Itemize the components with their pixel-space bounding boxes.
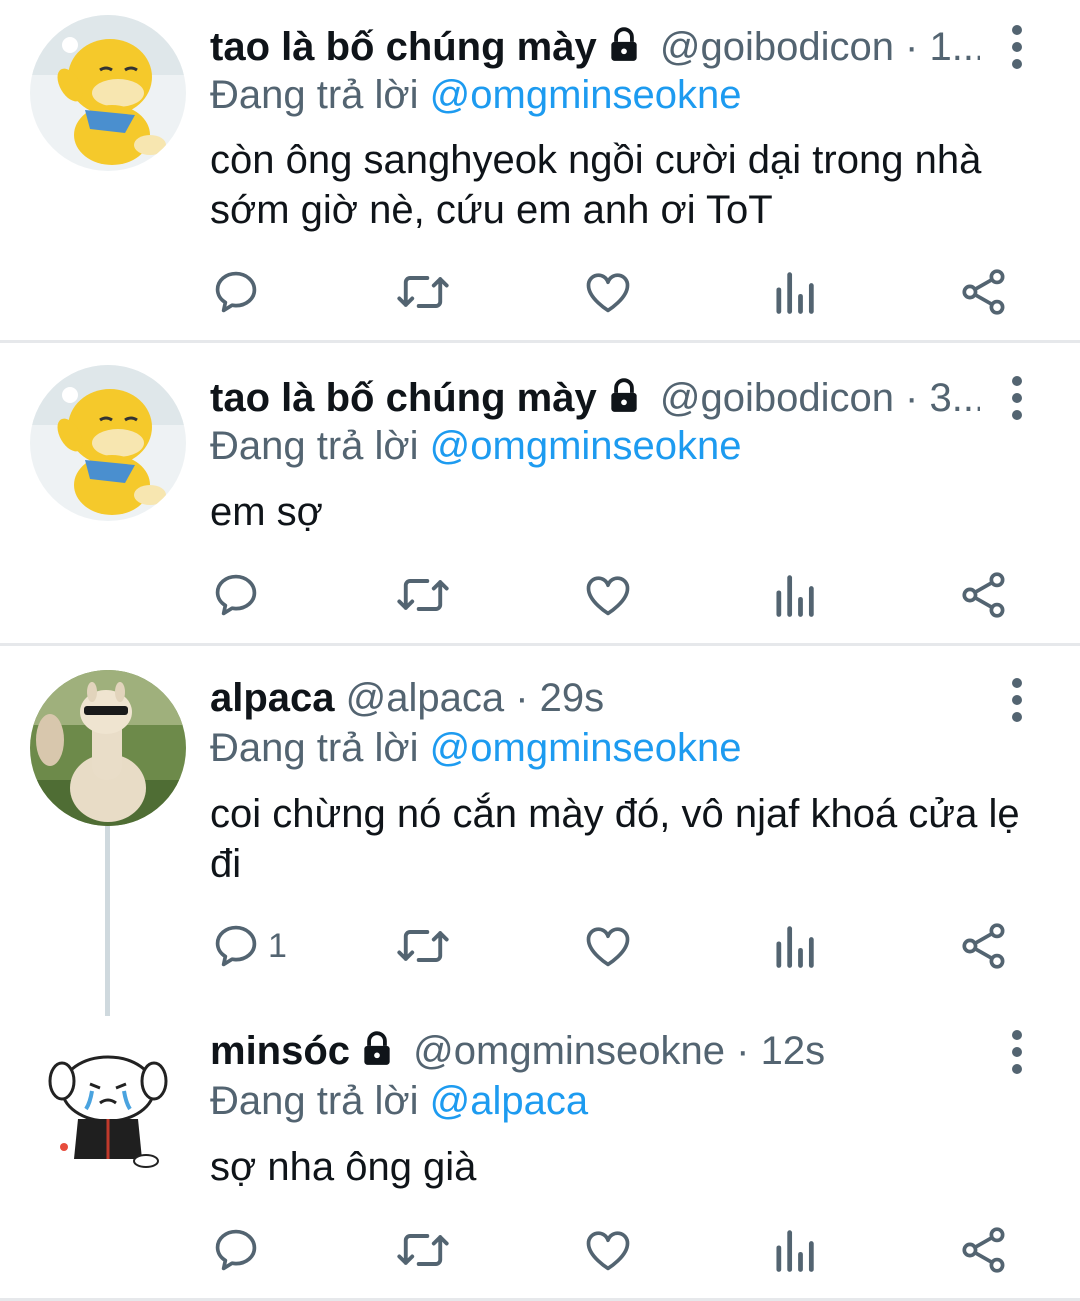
retweet-icon: [397, 1234, 449, 1266]
share-button[interactable]: [958, 916, 1010, 976]
more-vertical-icon[interactable]: [1002, 376, 1032, 436]
avatar[interactable]: [30, 1029, 186, 1185]
tweet-header: tao là bố chúng mày @goibodicon · 3...: [210, 373, 980, 423]
more-vertical-icon[interactable]: [1002, 1030, 1032, 1090]
retweet-button[interactable]: [395, 565, 451, 625]
display-name[interactable]: alpaca: [210, 676, 335, 720]
retweet-button[interactable]: [395, 916, 451, 976]
lock-icon: [605, 377, 643, 423]
retweet-icon: [397, 276, 449, 308]
share-icon: [962, 572, 1005, 618]
like-button[interactable]: [582, 262, 634, 322]
tweet[interactable]: minsóc @omgminseokne · 12s Đang trả lời …: [0, 1014, 1080, 1301]
heart-icon: [586, 576, 630, 616]
tweet[interactable]: tao là bố chúng mày @goibodicon · 1... Đ…: [0, 0, 1080, 340]
reply-label: Đang trả lời: [210, 726, 419, 770]
avatar[interactable]: [30, 15, 186, 171]
reply-context: Đang trả lời @omgminseokne: [210, 70, 742, 120]
lock-icon: [358, 1030, 396, 1076]
bar-chart-icon: [776, 272, 814, 314]
share-button[interactable]: [958, 1220, 1010, 1280]
bar-chart-icon: [776, 926, 814, 968]
more-vertical-icon[interactable]: [1002, 25, 1032, 85]
display-name[interactable]: minsóc: [210, 1029, 350, 1073]
heart-icon: [586, 273, 630, 313]
reply-button[interactable]: [210, 565, 268, 625]
analytics-button[interactable]: [772, 1220, 816, 1280]
tweet-text: sợ nha ông già: [210, 1145, 477, 1189]
display-name[interactable]: tao là bố chúng mày: [210, 25, 597, 69]
handle-and-time[interactable]: @alpaca · 29s: [346, 676, 605, 720]
reply-label: Đang trả lời: [210, 1079, 419, 1123]
heart-icon: [586, 927, 630, 967]
handle-and-time[interactable]: @goibodicon · 1...: [660, 25, 980, 69]
action-bar: [210, 565, 1040, 625]
bar-chart-icon: [776, 575, 814, 617]
reply-label: Đang trả lời: [210, 73, 419, 117]
action-bar: [210, 1220, 1040, 1280]
tweet[interactable]: tao là bố chúng mày @goibodicon · 3... Đ…: [0, 343, 1080, 643]
reply-button[interactable]: [210, 1220, 268, 1280]
reply-label: Đang trả lời: [210, 424, 419, 468]
tweet-header: minsóc @omgminseokne · 12s: [210, 1026, 980, 1076]
avatar[interactable]: [30, 670, 186, 826]
thread-connector: [105, 826, 110, 1016]
share-icon: [962, 1227, 1005, 1273]
share-icon: [962, 923, 1005, 969]
bar-chart-icon: [776, 1230, 814, 1272]
tweet-header: tao là bố chúng mày @goibodicon · 1...: [210, 22, 980, 72]
handle-and-time[interactable]: @omgminseokne · 12s: [413, 1029, 825, 1073]
reply-count: 1: [268, 926, 287, 965]
avatar[interactable]: [30, 365, 186, 521]
reply-context: Đang trả lời @omgminseokne: [210, 421, 742, 471]
tweet-text: coi chừng nó cắn mày đó, vô njaf khoá cử…: [210, 792, 1020, 886]
analytics-button[interactable]: [772, 565, 816, 625]
reply-context: Đang trả lời @omgminseokne: [210, 723, 742, 773]
reply-button[interactable]: 1: [210, 916, 287, 976]
heart-icon: [586, 1231, 630, 1271]
display-name[interactable]: tao là bố chúng mày: [210, 376, 597, 420]
action-bar: 1: [210, 916, 1040, 976]
retweet-button[interactable]: [395, 262, 451, 322]
tweet-text: em sợ: [210, 490, 323, 534]
speech-bubble-icon: [215, 1229, 257, 1271]
lock-icon: [605, 26, 643, 72]
mention-link[interactable]: @omgminseokne: [430, 726, 742, 770]
reply-button[interactable]: [210, 262, 268, 322]
speech-bubble-icon: [215, 271, 257, 313]
retweet-button[interactable]: [395, 1220, 451, 1280]
analytics-button[interactable]: [772, 262, 816, 322]
share-button[interactable]: [958, 262, 1010, 322]
mention-link[interactable]: @alpaca: [430, 1079, 588, 1123]
more-vertical-icon[interactable]: [1002, 678, 1032, 738]
tweet-text: còn ông sanghyeok ngồi cười dại trong nh…: [210, 138, 982, 232]
speech-bubble-icon: [215, 574, 257, 616]
mention-link[interactable]: @omgminseokne: [430, 424, 742, 468]
action-bar: [210, 262, 1040, 322]
tweet[interactable]: alpaca @alpaca · 29s Đang trả lời @omgmi…: [0, 646, 1080, 1016]
reply-context: Đang trả lời @alpaca: [210, 1076, 588, 1126]
like-button[interactable]: [582, 565, 634, 625]
analytics-button[interactable]: [772, 916, 816, 976]
share-icon: [962, 269, 1005, 315]
retweet-icon: [397, 579, 449, 611]
like-button[interactable]: [582, 1220, 634, 1280]
mention-link[interactable]: @omgminseokne: [430, 73, 742, 117]
share-button[interactable]: [958, 565, 1010, 625]
handle-and-time[interactable]: @goibodicon · 3...: [660, 376, 980, 420]
retweet-icon: [397, 930, 449, 962]
like-button[interactable]: [582, 916, 634, 976]
speech-bubble-icon: [215, 925, 257, 967]
tweet-header: alpaca @alpaca · 29s: [210, 673, 980, 723]
